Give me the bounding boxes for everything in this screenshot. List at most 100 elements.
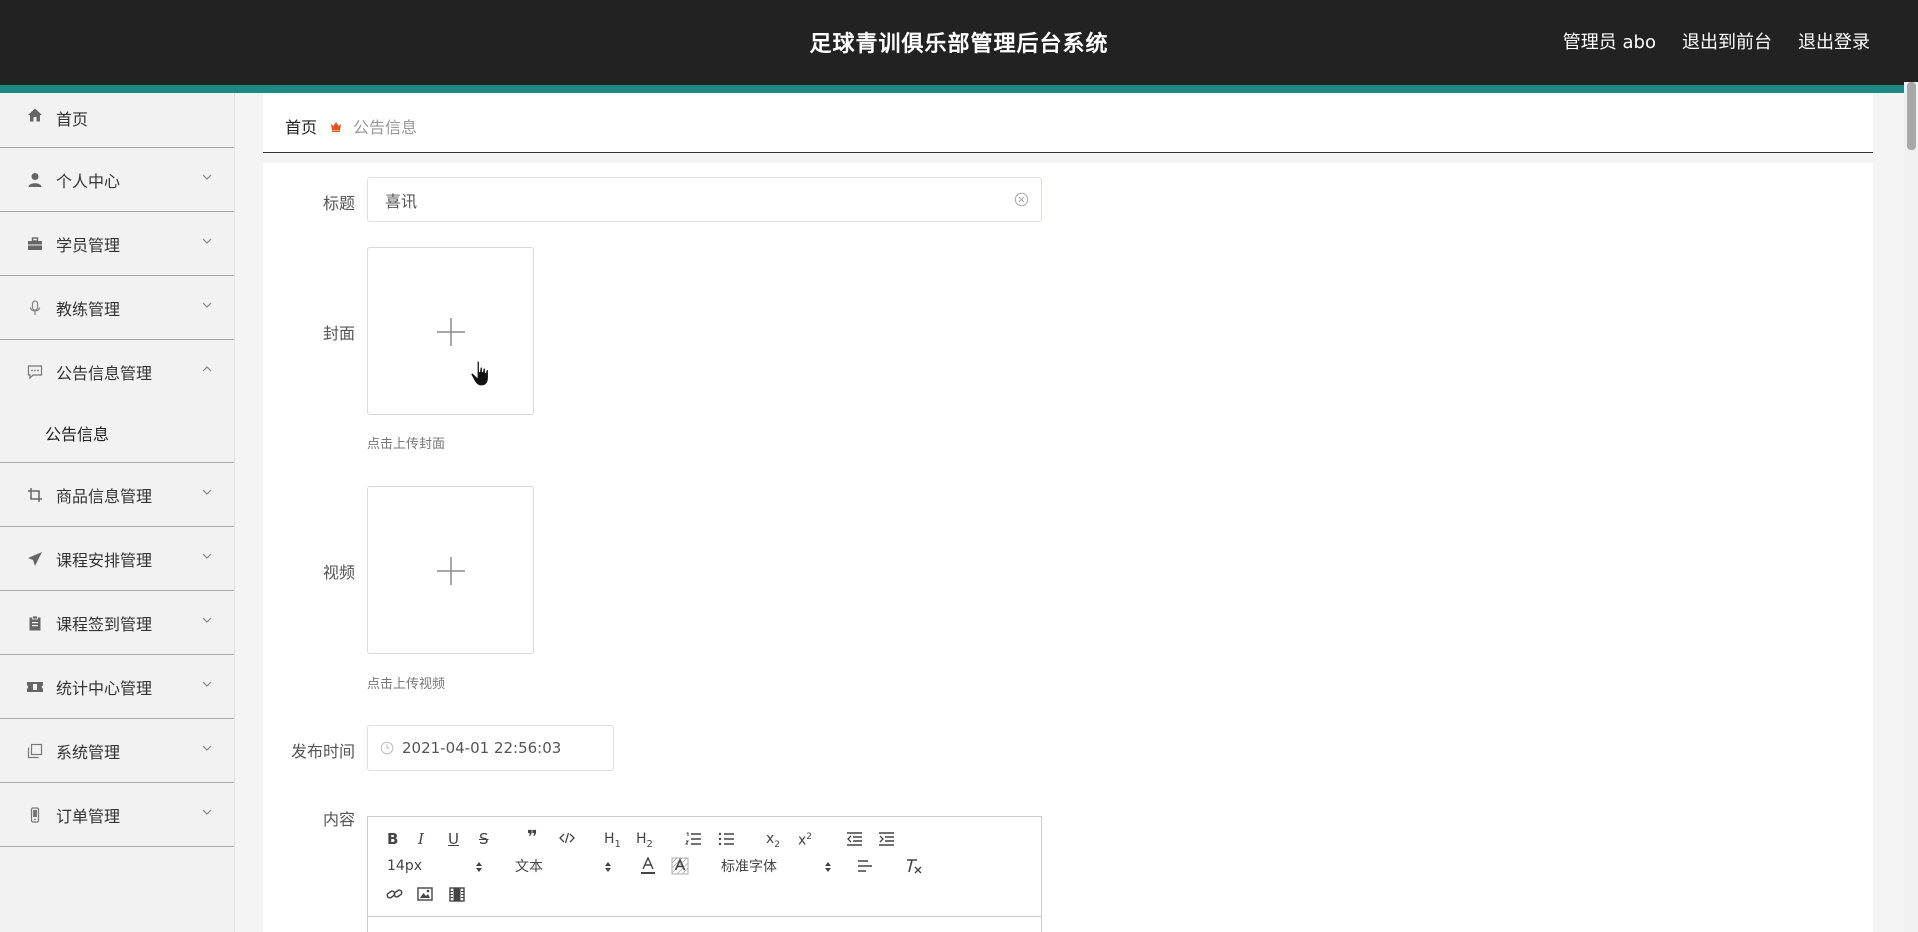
cover-upload-tip: 点击上传封面 <box>367 437 446 452</box>
outdent-icon[interactable] <box>846 832 863 846</box>
chevron-down-icon <box>202 302 212 308</box>
admin-user-link[interactable]: 管理员 abo <box>1563 28 1656 54</box>
clear-icon[interactable] <box>1014 192 1029 207</box>
clock-icon <box>380 741 394 755</box>
page-scrollbar[interactable] <box>1904 82 1918 932</box>
publish-time-label: 发布时间 <box>290 742 355 761</box>
sidebar-item-course-schedule[interactable]: 课程安排管理 <box>0 527 234 591</box>
sidebar-item-statistics[interactable]: 统计中心管理 <box>0 655 234 719</box>
exit-to-front-link[interactable]: 退出到前台 <box>1682 28 1772 54</box>
sidebar-item-label: 个人中心 <box>56 171 121 191</box>
chevron-up-icon <box>202 366 212 372</box>
background-color-icon[interactable] <box>671 857 689 875</box>
sidebar-item-personal-center[interactable]: 个人中心 <box>0 148 234 212</box>
chat-icon <box>26 363 44 381</box>
heading1-icon[interactable]: H1 <box>604 830 621 854</box>
superscript-icon[interactable]: x2 <box>798 828 812 850</box>
editor-toolbar: B I U S ❞ H1 H2 x2 x2 14px 文本 标准字体 <box>368 817 1041 917</box>
header-format-value: 文本 <box>515 859 543 875</box>
bullet-list-icon[interactable] <box>718 832 735 846</box>
content-header: 首页 公告信息 <box>263 93 1873 153</box>
title-field[interactable] <box>367 177 1042 222</box>
sidebar-item-home[interactable]: 首页 <box>0 93 234 148</box>
breadcrumb-current: 公告信息 <box>353 118 418 137</box>
video-label: 视频 <box>322 563 355 582</box>
link-icon[interactable] <box>386 887 403 901</box>
code-block-icon[interactable] <box>559 832 575 844</box>
sidebar-item-label: 商品信息管理 <box>56 486 153 506</box>
chevron-down-icon <box>202 809 212 815</box>
align-left-icon[interactable] <box>857 860 873 874</box>
chevron-down-icon <box>202 745 212 751</box>
publish-time-value: 2021-04-01 22:56:03 <box>402 739 562 757</box>
crop-icon <box>26 486 44 504</box>
header-format-select[interactable]: 文本 <box>515 857 611 875</box>
font-family-select[interactable]: 标准字体 <box>721 857 836 875</box>
briefcase-icon <box>26 235 44 253</box>
top-header: 足球青训俱乐部管理后台系统 管理员 abo 退出到前台 退出登录 <box>0 0 1918 85</box>
cover-label: 封面 <box>322 324 355 343</box>
chevron-down-icon <box>202 553 212 559</box>
blockquote-icon[interactable]: ❞ <box>527 829 538 847</box>
chevron-down-icon <box>202 238 212 244</box>
home-icon <box>26 106 44 124</box>
video-icon[interactable] <box>449 887 465 902</box>
sidebar-item-label: 系统管理 <box>56 742 121 762</box>
sidebar-item-label: 统计中心管理 <box>56 678 153 698</box>
chevron-down-icon <box>202 617 212 623</box>
sidebar-item-students[interactable]: 学员管理 <box>0 212 234 276</box>
chevron-down-icon <box>202 174 212 180</box>
clear-format-icon[interactable] <box>905 858 923 874</box>
copy-icon <box>26 742 44 760</box>
sidebar-item-course-checkin[interactable]: 课程签到管理 <box>0 591 234 655</box>
subscript-icon[interactable]: x2 <box>766 830 780 854</box>
microphone-icon <box>26 299 44 317</box>
underline-icon[interactable]: U <box>448 830 459 848</box>
sidebar-item-products[interactable]: 商品信息管理 <box>0 463 234 527</box>
sidebar-item-label: 订单管理 <box>56 806 121 826</box>
heading2-icon[interactable]: H2 <box>636 830 653 854</box>
sidebar-item-orders[interactable]: 订单管理 <box>0 783 234 847</box>
sidebar-item-coaches[interactable]: 教练管理 <box>0 276 234 340</box>
logout-link[interactable]: 退出登录 <box>1798 28 1870 54</box>
title-label: 标题 <box>322 194 355 213</box>
breadcrumb: 首页 公告信息 <box>285 114 417 138</box>
content-label: 内容 <box>322 810 355 829</box>
hand-pointer-icon <box>470 360 490 387</box>
scrollbar-thumb[interactable] <box>1907 82 1916 150</box>
sidebar-item-label: 课程签到管理 <box>56 614 153 634</box>
ticket-icon <box>26 678 44 696</box>
user-icon <box>26 171 44 189</box>
strikethrough-icon[interactable]: S <box>479 830 489 848</box>
indent-icon[interactable] <box>878 832 895 846</box>
breadcrumb-home[interactable]: 首页 <box>285 114 317 138</box>
video-upload-tip: 点击上传视频 <box>367 677 446 692</box>
clipboard-icon <box>26 614 44 632</box>
bold-icon[interactable]: B <box>387 830 398 848</box>
send-icon <box>26 550 44 568</box>
rich-text-editor[interactable]: B I U S ❞ H1 H2 x2 x2 14px 文本 标准字体 <box>367 816 1042 932</box>
sidebar: 首页 个人中心 学员管理 教练管理 公告信息管理 公告信息 商品信息管理 课程安… <box>0 93 235 932</box>
video-upload[interactable] <box>367 486 534 654</box>
publish-time-picker[interactable]: 2021-04-01 22:56:03 <box>367 725 614 771</box>
select-caret-icon <box>825 862 831 872</box>
sidebar-item-label: 学员管理 <box>56 235 121 255</box>
sidebar-item-system[interactable]: 系统管理 <box>0 719 234 783</box>
breadcrumb-separator-icon <box>331 122 342 132</box>
chevron-down-icon <box>202 489 212 495</box>
sidebar-subitem-announcement[interactable]: 公告信息 <box>0 404 234 463</box>
cover-upload[interactable] <box>367 247 534 415</box>
select-caret-icon <box>476 862 482 872</box>
font-size-select[interactable]: 14px <box>387 857 483 875</box>
image-icon[interactable] <box>417 887 433 901</box>
plus-icon <box>437 557 465 585</box>
sidebar-item-announcement-management[interactable]: 公告信息管理 <box>0 340 234 404</box>
italic-icon[interactable]: I <box>418 830 424 848</box>
font-color-icon[interactable] <box>640 857 656 875</box>
sidebar-item-label: 教练管理 <box>56 299 121 319</box>
ordered-list-icon[interactable] <box>685 832 702 846</box>
chevron-down-icon <box>202 681 212 687</box>
title-input[interactable] <box>368 178 968 221</box>
plus-icon <box>437 318 465 346</box>
select-caret-icon <box>605 862 611 872</box>
